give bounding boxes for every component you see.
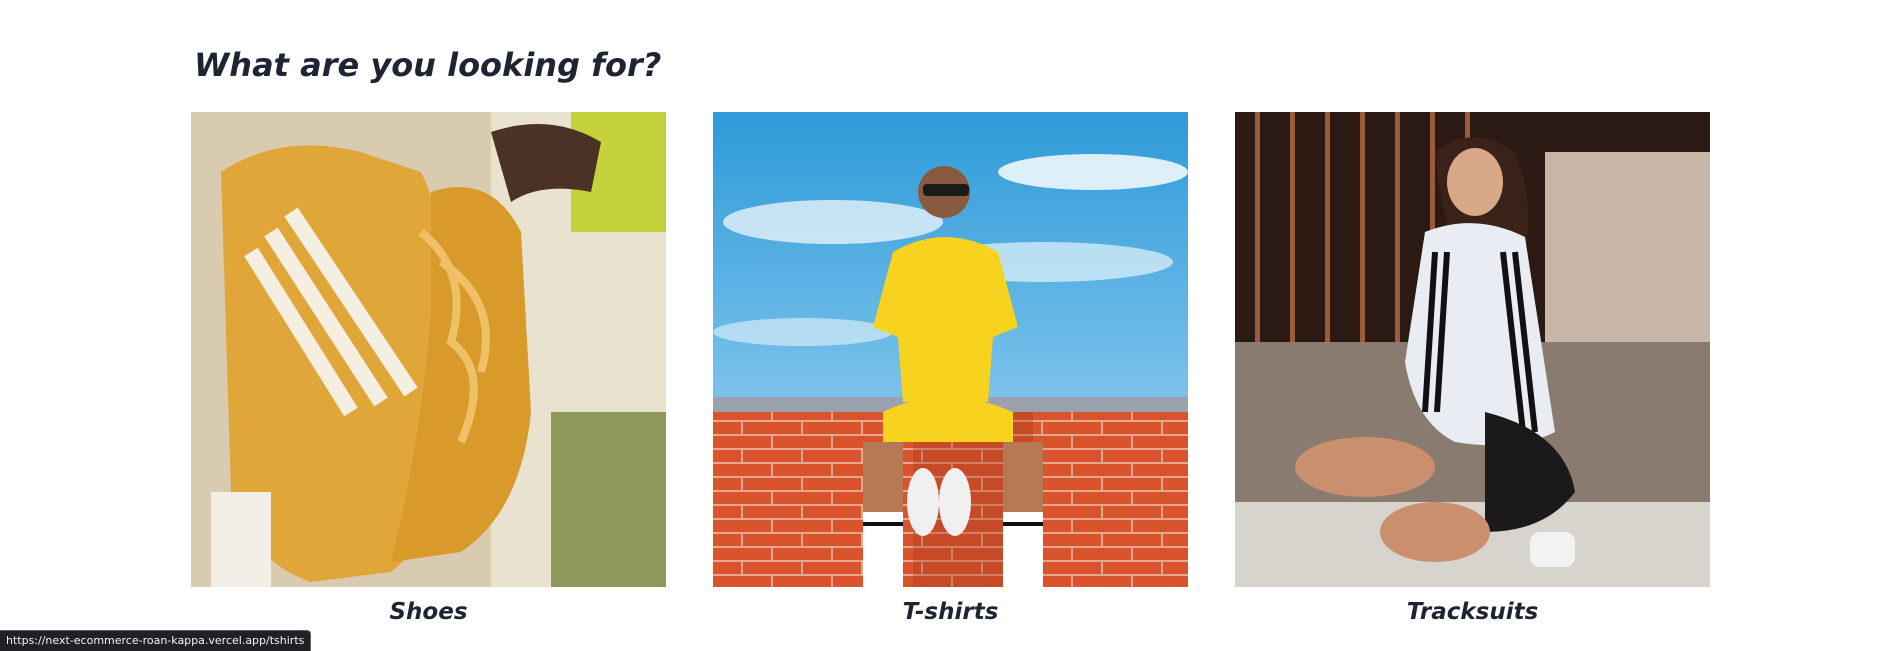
category-label-tshirts[interactable]: T-shirts	[713, 599, 1188, 625]
category-card-tshirts[interactable]: T-shirts	[713, 112, 1188, 625]
page: What are you looking for? Shoes T-shirts…	[0, 0, 1897, 651]
category-card-tracksuits[interactable]: Tracksuits	[1235, 112, 1710, 625]
category-label-tracksuits[interactable]: Tracksuits	[1235, 599, 1710, 625]
shoes-image[interactable]	[191, 112, 666, 587]
tshirts-image[interactable]	[713, 112, 1188, 587]
section-title: What are you looking for?	[194, 46, 662, 84]
tracksuits-image[interactable]	[1235, 112, 1710, 587]
category-label-shoes[interactable]: Shoes	[191, 599, 666, 625]
category-card-shoes[interactable]: Shoes	[191, 112, 666, 625]
link-preview-status-bar: https://next-ecommerce-roan-kappa.vercel…	[0, 630, 312, 651]
